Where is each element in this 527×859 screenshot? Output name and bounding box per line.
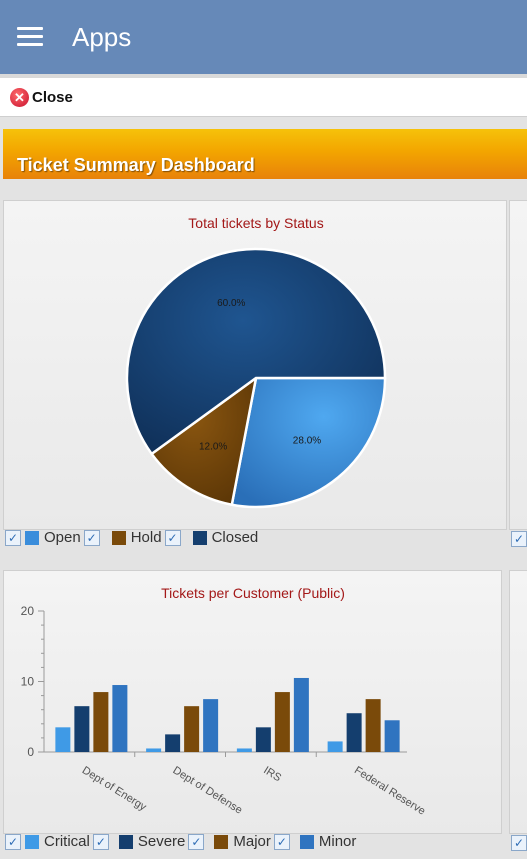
pie-data-label: 28.0% <box>293 436 321 447</box>
legend-item-closed[interactable]: ✓ Closed <box>164 529 259 546</box>
legend-item-hold[interactable]: ✓ Hold <box>83 529 162 546</box>
checkbox-checked-icon[interactable]: ✓ <box>511 531 527 547</box>
legend-item-minor[interactable]: ✓ Minor <box>273 833 357 850</box>
checkbox-checked-icon[interactable]: ✓ <box>511 835 527 851</box>
pie-data-label: 60.0% <box>217 298 245 309</box>
bar-chart-title: Tickets per Customer (Public) <box>161 585 345 601</box>
pie-legend: ✓ Open ✓ Hold ✓ Closed <box>5 529 261 546</box>
app-bar: Apps <box>0 0 527 74</box>
dashboard-title: Ticket Summary Dashboard <box>17 155 255 175</box>
x-tick-label: IRS <box>261 764 283 784</box>
dashboard-header: Ticket Summary Dashboard <box>3 129 527 179</box>
legend-swatch <box>111 530 126 545</box>
bar-chart-panel: Tickets per Customer (Public) 0 10 20 Dept … <box>3 570 502 834</box>
legend-label: Minor <box>318 833 357 850</box>
legend-label: Severe <box>137 833 186 850</box>
legend-label: Hold <box>130 529 162 546</box>
checkbox-checked-icon[interactable]: ✓ <box>5 529 21 546</box>
bar-major-2[interactable] <box>274 692 290 752</box>
y-tick-label: 20 <box>21 604 35 618</box>
bar-minor-0[interactable] <box>112 685 128 752</box>
bar-critical-3[interactable] <box>327 741 343 752</box>
legend-item-critical[interactable]: ✓ Critical <box>5 833 90 850</box>
bar-legend: ✓ Critical ✓ Severe ✓ Major ✓ Minor <box>5 833 359 850</box>
bar-minor-3[interactable] <box>384 720 400 752</box>
x-tick-label: Dept of Energy <box>80 764 149 813</box>
checkbox-checked-icon[interactable]: ✓ <box>83 529 100 546</box>
checkbox-checked-icon[interactable]: ✓ <box>5 833 21 850</box>
bar-minor-2[interactable] <box>293 677 309 752</box>
x-tick-label: Dept of Defense <box>171 764 245 816</box>
legend-label: Critical <box>44 833 90 850</box>
checkbox-checked-icon[interactable]: ✓ <box>188 833 205 850</box>
bar-critical-0[interactable] <box>55 727 71 752</box>
next-panel-edge <box>509 200 527 530</box>
checkbox-checked-icon[interactable]: ✓ <box>164 529 181 546</box>
pie-data-label: 12.0% <box>199 442 227 453</box>
legend-item-major[interactable]: ✓ Major <box>188 833 271 850</box>
close-toolbar: ✕ Close <box>0 78 527 117</box>
bar-severe-2[interactable] <box>255 727 271 752</box>
bar-minor-1[interactable] <box>203 699 219 752</box>
close-circle-icon: ✕ <box>10 87 29 107</box>
legend-swatch <box>214 834 229 849</box>
bar-severe-0[interactable] <box>74 706 90 752</box>
y-tick-label: 10 <box>21 675 35 689</box>
bar-major-1[interactable] <box>184 706 200 752</box>
bar-major-3[interactable] <box>365 699 381 752</box>
status-pie-chart: Total tickets by Status 28.0% 12.0% 60.0% <box>125 215 387 509</box>
legend-swatch <box>192 530 207 545</box>
next-panel-edge <box>509 570 527 834</box>
legend-label: Closed <box>211 529 259 546</box>
bar-major-0[interactable] <box>93 692 109 752</box>
close-button[interactable]: ✕ Close <box>10 87 73 107</box>
hamburger-menu-icon[interactable] <box>17 27 43 47</box>
legend-swatch <box>25 530 39 545</box>
bar-severe-3[interactable] <box>346 713 362 752</box>
legend-item-open[interactable]: ✓ Open <box>5 529 81 546</box>
legend-swatch <box>299 834 314 849</box>
y-tick-label: 0 <box>27 745 34 759</box>
bar-severe-1[interactable] <box>165 734 181 752</box>
close-label: Close <box>32 88 73 106</box>
legend-item-severe[interactable]: ✓ Severe <box>92 833 186 850</box>
legend-label: Major <box>233 833 271 850</box>
app-title: Apps <box>72 22 132 52</box>
checkbox-checked-icon[interactable]: ✓ <box>92 833 109 850</box>
bar-critical-2[interactable] <box>236 748 252 752</box>
legend-swatch <box>118 834 133 849</box>
legend-label: Open <box>44 529 81 546</box>
x-tick-label: Federal Reserve <box>352 764 427 817</box>
legend-swatch <box>25 834 39 849</box>
pie-chart-title: Total tickets by Status <box>188 215 323 231</box>
checkbox-checked-icon[interactable]: ✓ <box>273 833 290 850</box>
pie-chart-panel: Total tickets by Status 28.0% 12.0% 60.0% <box>3 200 507 530</box>
bar-critical-1[interactable] <box>146 748 162 752</box>
customer-bar-chart: Tickets per Customer (Public) 0 10 20 Dept … <box>21 585 428 818</box>
